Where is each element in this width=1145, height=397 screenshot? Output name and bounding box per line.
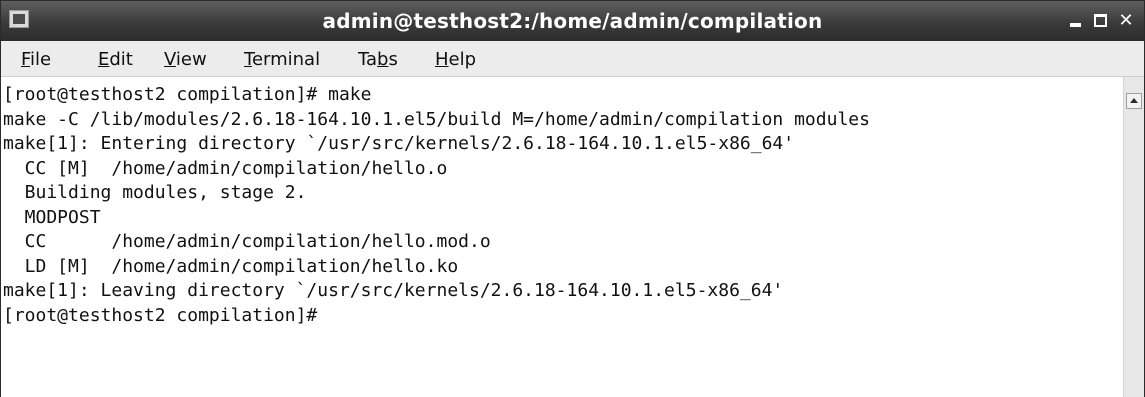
menu-edit[interactable]: Edit [98,49,133,70]
menu-tabs[interactable]: Tabs [358,49,398,70]
scroll-up-arrow-icon[interactable] [1126,93,1142,109]
menu-edit-mnemonic: E [98,49,110,70]
terminal-line: LD [M] /home/admin/compilation/hello.ko [3,255,459,277]
minimize-button[interactable] [1065,11,1087,31]
menu-edit-label: dit [109,49,133,70]
terminal-line: [root@testhost2 compilation]# make [3,84,372,105]
minimize-icon [1070,23,1081,27]
menu-file-label: ile [30,49,52,70]
menu-help-label: elp [448,49,477,70]
terminal-prompt-line: [root@testhost2 compilation]# [3,304,318,326]
menu-tabs-label-end: s [388,49,398,70]
menu-tabs-label-start: Ta [358,49,378,70]
menu-help[interactable]: Help [435,49,476,70]
menu-tabs-mnemonic: b [377,49,389,70]
menu-bar: File Edit View Terminal Tabs Help [1,41,1144,77]
terminal-line: CC /home/admin/compilation/hello.mod.o [3,231,491,252]
maximize-icon [1094,14,1107,27]
terminal-line: Building modules, stage 2. [3,182,307,203]
terminal-line: MODPOST [3,206,101,228]
menu-terminal-label: erminal [251,49,321,70]
terminal-line: make[1]: Leaving directory `/usr/src/ker… [3,280,784,301]
vertical-scrollbar[interactable] [1123,77,1144,397]
terminal-output-area[interactable]: [root@testhost2 compilation]# make make … [1,77,1123,397]
terminal-text: [root@testhost2 compilation]# make make … [3,83,870,328]
terminal-line: make -C /lib/modules/2.6.18-164.10.1.el5… [3,108,870,130]
menu-view-label: iew [175,49,207,70]
menu-terminal[interactable]: Terminal [244,49,320,70]
menu-view[interactable]: View [164,49,207,70]
menu-help-mnemonic: H [435,49,449,70]
menu-view-mnemonic: V [164,49,176,70]
close-button[interactable]: ✕ [1115,11,1137,31]
menu-file[interactable]: File [21,49,51,70]
menu-file-mnemonic: F [21,49,31,70]
window-title: admin@testhost2:/home/admin/compilation [322,9,823,33]
close-icon: ✕ [1118,10,1134,31]
terminal-line: make[1]: Entering directory `/usr/src/ke… [3,133,795,154]
terminal-line: CC [M] /home/admin/compilation/hello.o [3,157,448,179]
menu-terminal-mnemonic: T [244,49,252,70]
maximize-button[interactable] [1090,11,1112,31]
title-bar[interactable]: admin@testhost2:/home/admin/compilation … [1,1,1144,41]
terminal-window: admin@testhost2:/home/admin/compilation … [0,0,1145,397]
